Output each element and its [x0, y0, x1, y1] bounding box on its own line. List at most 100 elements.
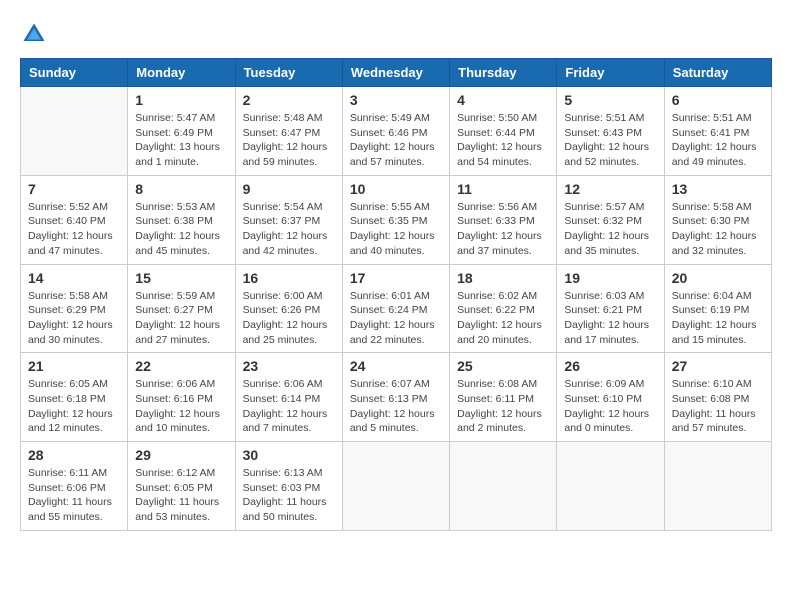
day-number: 3	[350, 92, 442, 108]
calendar-cell	[342, 442, 449, 531]
calendar-cell: 24 Sunrise: 6:07 AM Sunset: 6:13 PM Dayli…	[342, 353, 449, 442]
calendar-cell: 5 Sunrise: 5:51 AM Sunset: 6:43 PM Daylig…	[557, 87, 664, 176]
calendar-cell: 16Sunrise: 6:00 AM Sunset: 6:26 PM Dayli…	[235, 264, 342, 353]
day-number: 5	[564, 92, 656, 108]
calendar-cell: 25 Sunrise: 6:08 AM Sunset: 6:11 PM Dayli…	[450, 353, 557, 442]
calendar-cell: 26Sunrise: 6:09 AM Sunset: 6:10 PM Dayli…	[557, 353, 664, 442]
calendar-week-3: 14 Sunrise: 5:58 AM Sunset: 6:29 PM Dayli…	[21, 264, 772, 353]
day-number: 11	[457, 181, 549, 197]
day-number: 20	[672, 270, 764, 286]
calendar-cell: 3 Sunrise: 5:49 AM Sunset: 6:46 PM Daylig…	[342, 87, 449, 176]
calendar-cell	[21, 87, 128, 176]
day-info: Sunrise: 5:50 AM Sunset: 6:44 PM Dayligh…	[457, 111, 549, 170]
calendar-cell: 12 Sunrise: 5:57 AM Sunset: 6:32 PM Dayli…	[557, 175, 664, 264]
day-info: Sunrise: 6:06 AM Sunset: 6:16 PM Dayligh…	[135, 377, 227, 436]
day-info: Sunrise: 5:56 AM Sunset: 6:33 PM Dayligh…	[457, 200, 549, 259]
calendar-cell	[557, 442, 664, 531]
calendar-table: SundayMondayTuesdayWednesdayThursdayFrid…	[20, 58, 772, 531]
weekday-header-friday: Friday	[557, 59, 664, 87]
day-number: 10	[350, 181, 442, 197]
day-info: Sunrise: 5:54 AM Sunset: 6:37 PM Dayligh…	[243, 200, 335, 259]
day-number: 17	[350, 270, 442, 286]
day-number: 30	[243, 447, 335, 463]
calendar-cell: 2 Sunrise: 5:48 AM Sunset: 6:47 PM Daylig…	[235, 87, 342, 176]
day-info: Sunrise: 5:58 AM Sunset: 6:30 PM Dayligh…	[672, 200, 764, 259]
day-info: Sunrise: 5:55 AM Sunset: 6:35 PM Dayligh…	[350, 200, 442, 259]
day-number: 24	[350, 358, 442, 374]
day-info: Sunrise: 5:59 AM Sunset: 6:27 PM Dayligh…	[135, 289, 227, 348]
logo-icon	[20, 20, 48, 48]
day-info: Sunrise: 5:48 AM Sunset: 6:47 PM Dayligh…	[243, 111, 335, 170]
day-info: Sunrise: 5:52 AM Sunset: 6:40 PM Dayligh…	[28, 200, 120, 259]
calendar-cell: 17 Sunrise: 6:01 AM Sunset: 6:24 PM Dayli…	[342, 264, 449, 353]
day-info: Sunrise: 6:08 AM Sunset: 6:11 PM Dayligh…	[457, 377, 549, 436]
weekday-header-sunday: Sunday	[21, 59, 128, 87]
day-number: 9	[243, 181, 335, 197]
day-info: Sunrise: 5:53 AM Sunset: 6:38 PM Dayligh…	[135, 200, 227, 259]
calendar-cell: 4 Sunrise: 5:50 AM Sunset: 6:44 PM Daylig…	[450, 87, 557, 176]
day-number: 26	[564, 358, 656, 374]
calendar-cell: 13Sunrise: 5:58 AM Sunset: 6:30 PM Dayli…	[664, 175, 771, 264]
day-number: 4	[457, 92, 549, 108]
calendar-cell: 19 Sunrise: 6:03 AM Sunset: 6:21 PM Dayli…	[557, 264, 664, 353]
calendar-cell: 28Sunrise: 6:11 AM Sunset: 6:06 PM Dayli…	[21, 442, 128, 531]
weekday-header-monday: Monday	[128, 59, 235, 87]
calendar-cell: 9 Sunrise: 5:54 AM Sunset: 6:37 PM Daylig…	[235, 175, 342, 264]
calendar-cell: 27 Sunrise: 6:10 AM Sunset: 6:08 PM Dayli…	[664, 353, 771, 442]
day-number: 18	[457, 270, 549, 286]
day-number: 23	[243, 358, 335, 374]
weekday-header-row: SundayMondayTuesdayWednesdayThursdayFrid…	[21, 59, 772, 87]
day-number: 7	[28, 181, 120, 197]
logo	[20, 20, 52, 48]
day-info: Sunrise: 5:47 AM Sunset: 6:49 PM Dayligh…	[135, 111, 227, 170]
calendar-cell: 20 Sunrise: 6:04 AM Sunset: 6:19 PM Dayli…	[664, 264, 771, 353]
day-info: Sunrise: 6:05 AM Sunset: 6:18 PM Dayligh…	[28, 377, 120, 436]
page-header	[20, 20, 772, 48]
day-info: Sunrise: 6:13 AM Sunset: 6:03 PM Dayligh…	[243, 466, 335, 525]
day-info: Sunrise: 6:01 AM Sunset: 6:24 PM Dayligh…	[350, 289, 442, 348]
calendar-cell: 10 Sunrise: 5:55 AM Sunset: 6:35 PM Dayli…	[342, 175, 449, 264]
day-info: Sunrise: 6:03 AM Sunset: 6:21 PM Dayligh…	[564, 289, 656, 348]
day-info: Sunrise: 6:10 AM Sunset: 6:08 PM Dayligh…	[672, 377, 764, 436]
calendar-cell: 14 Sunrise: 5:58 AM Sunset: 6:29 PM Dayli…	[21, 264, 128, 353]
day-number: 27	[672, 358, 764, 374]
weekday-header-saturday: Saturday	[664, 59, 771, 87]
weekday-header-thursday: Thursday	[450, 59, 557, 87]
calendar-cell	[450, 442, 557, 531]
calendar-cell: 30 Sunrise: 6:13 AM Sunset: 6:03 PM Dayli…	[235, 442, 342, 531]
calendar-cell: 7 Sunrise: 5:52 AM Sunset: 6:40 PM Daylig…	[21, 175, 128, 264]
day-info: Sunrise: 6:06 AM Sunset: 6:14 PM Dayligh…	[243, 377, 335, 436]
calendar-cell: 29 Sunrise: 6:12 AM Sunset: 6:05 PM Dayli…	[128, 442, 235, 531]
calendar-cell: 6Sunrise: 5:51 AM Sunset: 6:41 PM Daylig…	[664, 87, 771, 176]
day-number: 19	[564, 270, 656, 286]
calendar-cell: 8 Sunrise: 5:53 AM Sunset: 6:38 PM Daylig…	[128, 175, 235, 264]
calendar-cell: 18 Sunrise: 6:02 AM Sunset: 6:22 PM Dayli…	[450, 264, 557, 353]
day-info: Sunrise: 5:58 AM Sunset: 6:29 PM Dayligh…	[28, 289, 120, 348]
day-info: Sunrise: 6:02 AM Sunset: 6:22 PM Dayligh…	[457, 289, 549, 348]
calendar-cell: 21Sunrise: 6:05 AM Sunset: 6:18 PM Dayli…	[21, 353, 128, 442]
day-number: 12	[564, 181, 656, 197]
day-number: 14	[28, 270, 120, 286]
day-number: 8	[135, 181, 227, 197]
day-info: Sunrise: 5:49 AM Sunset: 6:46 PM Dayligh…	[350, 111, 442, 170]
day-info: Sunrise: 5:51 AM Sunset: 6:41 PM Dayligh…	[672, 111, 764, 170]
calendar-cell: 23 Sunrise: 6:06 AM Sunset: 6:14 PM Dayli…	[235, 353, 342, 442]
calendar-week-2: 7 Sunrise: 5:52 AM Sunset: 6:40 PM Daylig…	[21, 175, 772, 264]
weekday-header-wednesday: Wednesday	[342, 59, 449, 87]
day-number: 2	[243, 92, 335, 108]
calendar-week-1: 1 Sunrise: 5:47 AM Sunset: 6:49 PM Daylig…	[21, 87, 772, 176]
day-info: Sunrise: 5:57 AM Sunset: 6:32 PM Dayligh…	[564, 200, 656, 259]
weekday-header-tuesday: Tuesday	[235, 59, 342, 87]
day-info: Sunrise: 5:51 AM Sunset: 6:43 PM Dayligh…	[564, 111, 656, 170]
day-info: Sunrise: 6:00 AM Sunset: 6:26 PM Dayligh…	[243, 289, 335, 348]
day-number: 25	[457, 358, 549, 374]
day-number: 22	[135, 358, 227, 374]
day-number: 28	[28, 447, 120, 463]
day-number: 29	[135, 447, 227, 463]
day-info: Sunrise: 6:07 AM Sunset: 6:13 PM Dayligh…	[350, 377, 442, 436]
day-info: Sunrise: 6:12 AM Sunset: 6:05 PM Dayligh…	[135, 466, 227, 525]
calendar-week-5: 28Sunrise: 6:11 AM Sunset: 6:06 PM Dayli…	[21, 442, 772, 531]
day-number: 1	[135, 92, 227, 108]
day-info: Sunrise: 6:04 AM Sunset: 6:19 PM Dayligh…	[672, 289, 764, 348]
calendar-cell	[664, 442, 771, 531]
